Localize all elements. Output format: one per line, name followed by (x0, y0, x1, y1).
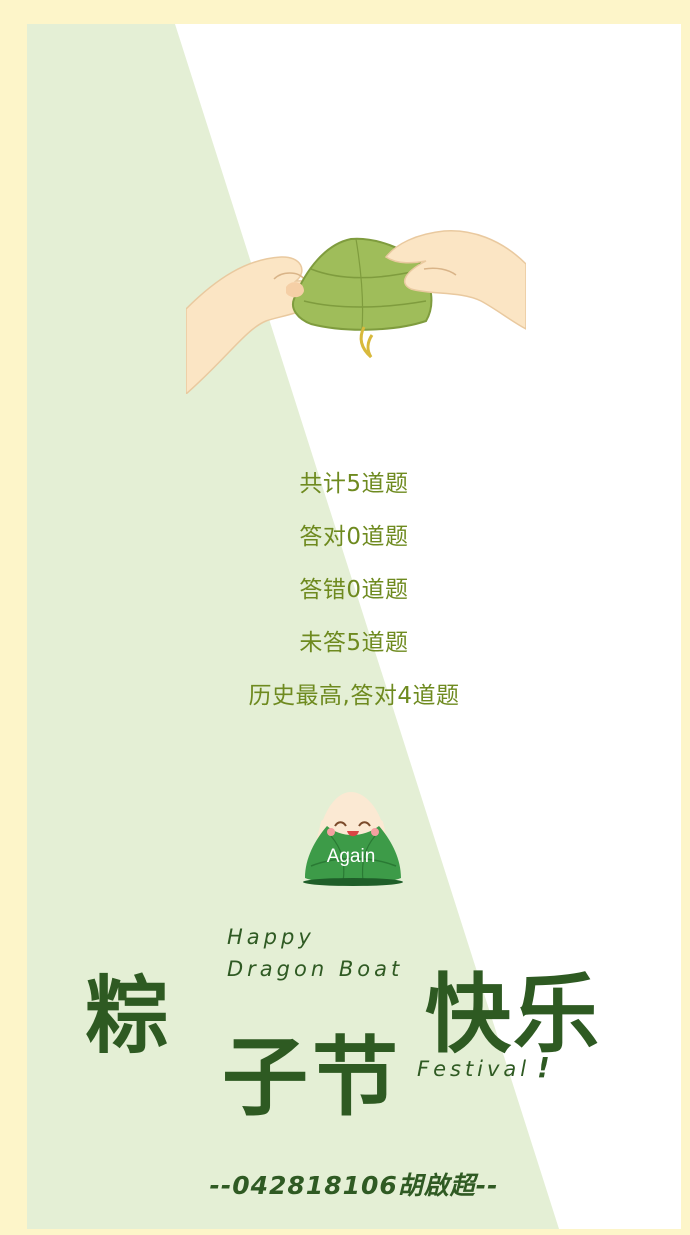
zongzi-mascot-icon (303, 792, 403, 886)
title-dragon-boat-text: Dragon Boat (227, 957, 404, 981)
result-card: 共计5道题 答对0道题 答错0道题 未答5道题 历史最高,答对4道题 Again… (27, 24, 681, 1229)
best-score-text: 历史最高,答对4道题 (248, 683, 460, 709)
dragon-boat-festival-title: Happy Dragon Boat 粽 子节 快乐 Festival ! (27, 919, 681, 1129)
title-festival-text: Festival (417, 1057, 531, 1081)
hands-wrapping-zongzi-icon (186, 230, 526, 394)
title-kuaile-chars: 快乐 (425, 964, 601, 1065)
again-button[interactable]: Again (301, 786, 409, 894)
title-zijie-chars: 子节 (222, 1027, 402, 1128)
wrong-count-text: 答错0道题 (299, 577, 409, 603)
total-questions-text: 共计5道题 (299, 471, 409, 497)
again-button-label: Again (326, 846, 376, 867)
title-zong-char: 粽 (85, 966, 170, 1065)
title-exclamation: ! (537, 1051, 550, 1084)
correct-count-text: 答对0道题 (299, 524, 409, 550)
unanswered-count-text: 未答5道题 (299, 630, 409, 656)
author-signature: --042818106胡啟超-- (209, 1171, 499, 1200)
quiz-result-stats: 共计5道题 答对0道题 答错0道题 未答5道题 历史最高,答对4道题 (27, 464, 681, 729)
title-happy-text: Happy (227, 925, 315, 949)
